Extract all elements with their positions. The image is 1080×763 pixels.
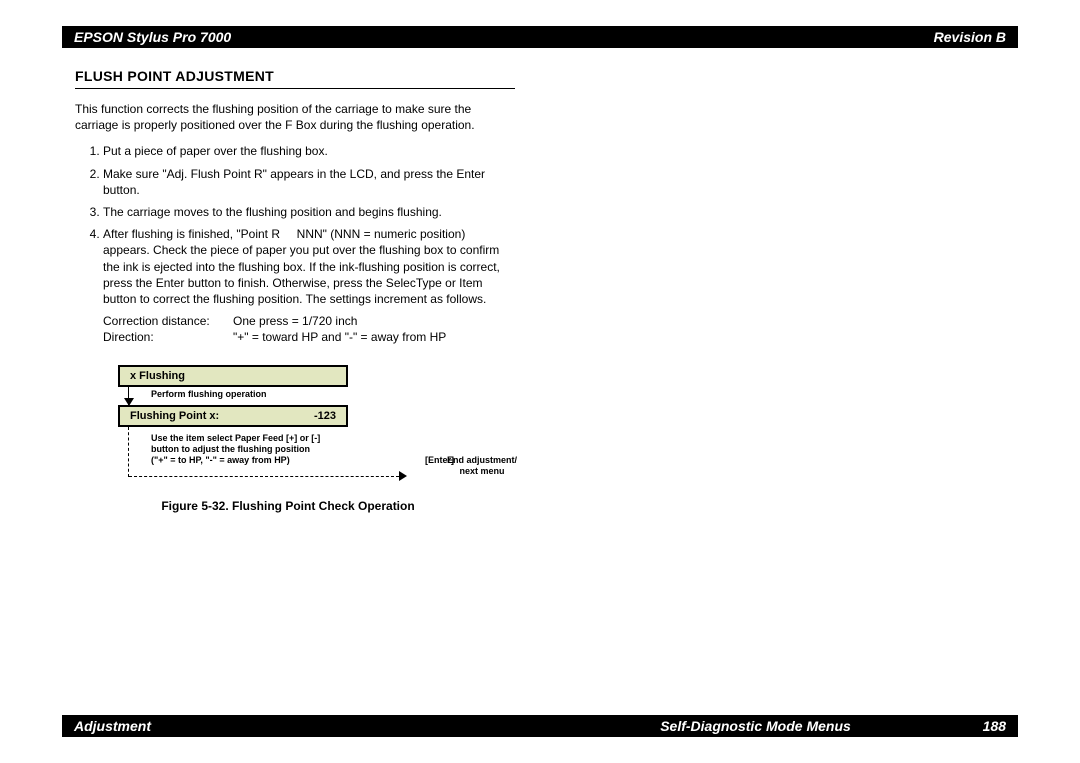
page-header: EPSON Stylus Pro 7000 Revision B <box>62 26 1018 48</box>
page-footer: Adjustment Self-Diagnostic Mode Menus 18… <box>62 715 1018 737</box>
operation-note: Perform flushing operation <box>151 389 267 399</box>
settings-table: Correction distance: One press = 1/720 i… <box>103 313 515 345</box>
arrow-right-icon <box>399 471 407 481</box>
lcd-text: x Flushing <box>130 370 336 382</box>
step-item: Make sure "Adj. Flush Point R" appears i… <box>103 166 515 198</box>
section-title: FLUSH POINT ADJUSTMENT <box>75 62 515 89</box>
lcd-box-flushing: x Flushing <box>118 365 348 387</box>
direction-value: "+" = toward HP and "-" = away from HP <box>233 329 515 345</box>
connector-line: Perform flushing operation <box>128 387 518 405</box>
note-line: ("+" = to HP, "-" = away from HP) <box>151 455 290 465</box>
direction-label: Direction: <box>103 329 233 345</box>
main-content: FLUSH POINT ADJUSTMENT This function cor… <box>75 62 515 345</box>
lcd-point-value: -123 <box>314 410 336 422</box>
section-intro: This function corrects the flushing posi… <box>75 101 515 133</box>
steps-list: Put a piece of paper over the flushing b… <box>75 143 515 307</box>
end-label: End adjustment/ next menu <box>447 455 517 477</box>
note-line: button to adjust the flushing position <box>151 444 310 454</box>
footer-page-number: 188 <box>983 718 1006 734</box>
adjust-note: Use the item select Paper Feed [+] or [-… <box>151 433 361 465</box>
footer-title: Self-Diagnostic Mode Menus <box>528 718 982 734</box>
lcd-box-point: Flushing Point x: -123 <box>118 405 348 427</box>
header-revision: Revision B <box>934 29 1006 45</box>
correction-label: Correction distance: <box>103 313 233 329</box>
flowchart-diagram: x Flushing Perform flushing operation Fl… <box>108 365 518 513</box>
figure-caption: Figure 5-32. Flushing Point Check Operat… <box>108 499 468 513</box>
dashed-bottom-line <box>129 467 399 477</box>
header-product: EPSON Stylus Pro 7000 <box>74 29 934 45</box>
step-item: Put a piece of paper over the flushing b… <box>103 143 515 159</box>
correction-value: One press = 1/720 inch <box>233 313 515 329</box>
step-item: The carriage moves to the flushing posit… <box>103 204 515 220</box>
step-item: After flushing is finished, "Point R NNN… <box>103 226 515 307</box>
note-line: Use the item select Paper Feed [+] or [-… <box>151 433 320 443</box>
document-page: EPSON Stylus Pro 7000 Revision B FLUSH P… <box>0 0 1080 763</box>
lcd-point-label: Flushing Point x: <box>130 410 314 422</box>
dashed-connector: Use the item select Paper Feed [+] or [-… <box>128 427 518 477</box>
footer-section: Adjustment <box>74 718 528 734</box>
